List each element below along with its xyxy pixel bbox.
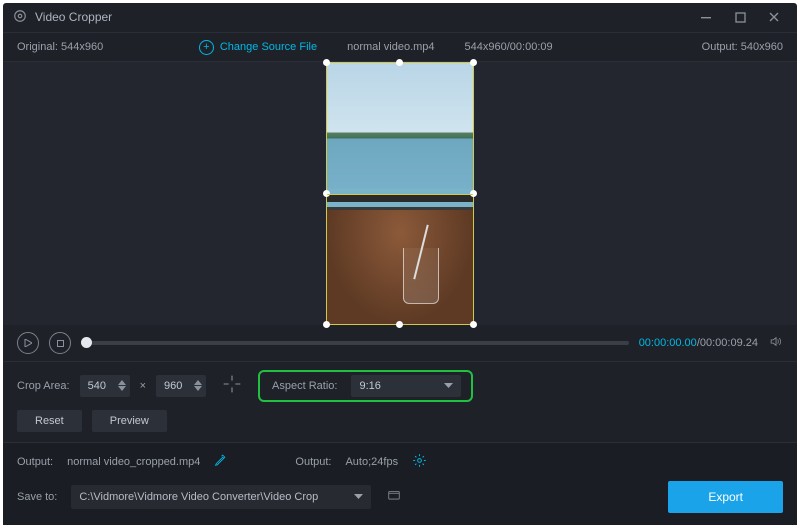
output-settings-icon[interactable] [412,453,427,471]
multiply-label: × [140,380,146,392]
timeline-knob[interactable] [81,337,92,348]
height-stepper[interactable] [194,376,204,396]
crop-height-input[interactable]: 960 [156,375,206,397]
play-button[interactable] [17,332,39,354]
output-file-label: Output: [17,456,53,468]
source-info: 544x960/00:00:09 [465,41,553,53]
bottom-bar: Output: normal video_cropped.mp4 Output:… [3,442,797,525]
width-stepper[interactable] [118,376,128,396]
maximize-button[interactable] [727,4,753,30]
volume-icon[interactable] [768,335,783,351]
change-source-label: Change Source File [220,41,317,53]
app-window: Video Cropper Original: 544x960 + Change… [3,3,797,525]
app-title: Video Cropper [35,10,112,24]
minimize-button[interactable] [693,4,719,30]
original-dimensions: Original: 544x960 [17,41,103,53]
change-source-button[interactable]: + Change Source File [199,40,317,55]
output-file-name: normal video_cropped.mp4 [67,456,200,468]
aspect-ratio-label: Aspect Ratio: [272,380,337,392]
chevron-down-icon [444,380,453,392]
source-filename: normal video.mp4 [347,41,434,53]
chevron-down-icon [354,491,363,503]
transport-bar: 00:00:00.00/00:00:09.24 [3,325,797,361]
open-folder-icon[interactable] [385,488,403,505]
plus-circle-icon: + [199,40,214,55]
edit-filename-icon[interactable] [214,454,227,470]
crop-area-label: Crop Area: [17,380,70,392]
app-logo-icon [13,9,27,26]
crop-width-input[interactable]: 540 [80,375,130,397]
crop-frame[interactable] [326,62,474,325]
reset-button[interactable]: Reset [17,410,82,432]
output-format-label: Output: [295,456,331,468]
output-dimensions: Output: 540x960 [702,41,783,53]
time-display: 00:00:00.00/00:00:09.24 [639,337,758,349]
crop-handle[interactable] [323,190,330,197]
video-thumbnail [327,63,473,188]
stop-button[interactable] [49,332,71,354]
timeline-slider[interactable] [81,341,629,345]
output-format-value: Auto;24fps [345,456,398,468]
save-path-select[interactable]: C:\Vidmore\Vidmore Video Converter\Video… [71,485,371,509]
crop-handle[interactable] [470,59,477,66]
titlebar: Video Cropper [3,3,797,33]
aspect-ratio-group: Aspect Ratio: 9:16 [258,370,473,402]
info-bar: Original: 544x960 + Change Source File n… [3,33,797,63]
crop-handle[interactable] [470,190,477,197]
save-to-label: Save to: [17,491,57,503]
preview-area[interactable] [3,62,797,325]
preview-button[interactable]: Preview [92,410,167,432]
aspect-ratio-select[interactable]: 9:16 [351,375,461,397]
export-button[interactable]: Export [668,481,783,513]
close-button[interactable] [761,4,787,30]
center-crop-icon[interactable] [222,374,242,397]
crop-controls: Crop Area: 540 × 960 Aspect Rati [3,361,797,442]
